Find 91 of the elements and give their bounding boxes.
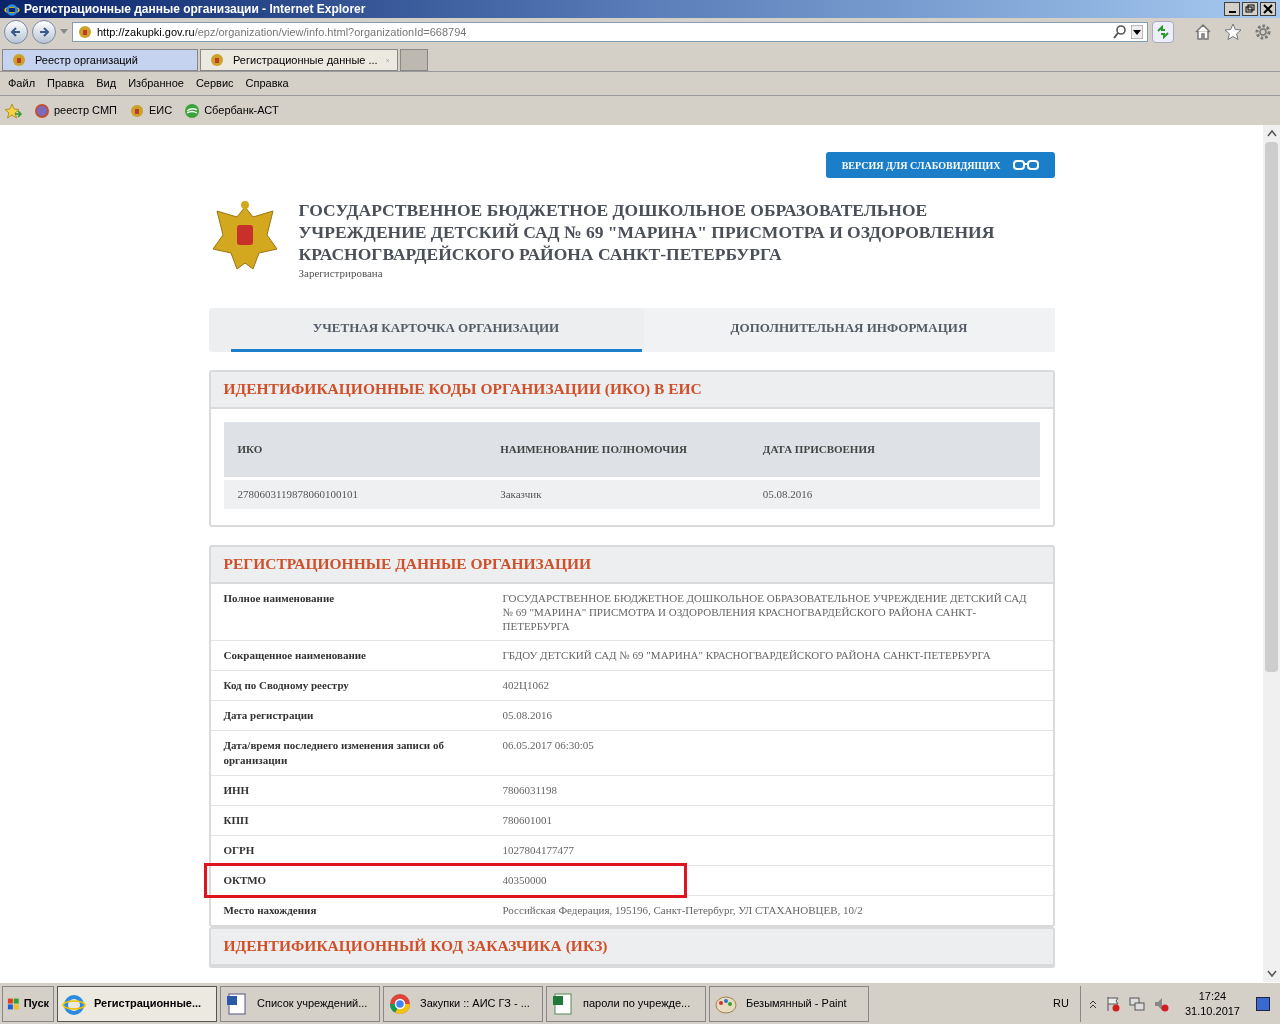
page-tab[interactable]: ДОПОЛНИТЕЛЬНАЯ ИНФОРМАЦИЯ (643, 307, 1055, 352)
emblem-icon (11, 52, 27, 68)
show-desktop-button[interactable] (1256, 996, 1270, 1011)
minimize-button[interactable] (1224, 2, 1240, 16)
dropdown-caret-icon (1131, 25, 1143, 39)
star-icon (4, 102, 22, 119)
back-button[interactable] (4, 20, 28, 44)
menu-item[interactable]: Избранное (122, 75, 190, 92)
home-icon (1194, 23, 1212, 41)
star-icon (1224, 23, 1242, 41)
status-text: Зарегистрирована (298, 266, 384, 281)
field-label: ОГРН (223, 842, 256, 858)
field-value: 402Ц1062 (502, 677, 550, 693)
taskbar-button[interactable]: пароли по учрежде... (546, 985, 706, 1022)
forward-button[interactable] (32, 20, 56, 44)
url-text: http://zakupki.gov.ru/epz/organization/view/info.html?organizationId=668794 (97, 24, 468, 40)
ie-logo-icon (4, 1, 20, 17)
field-label: Сокращенное наименование (223, 647, 367, 663)
restore-icon (1245, 4, 1255, 14)
table-cell-text: Заказчик (500, 486, 543, 502)
compatibility-button[interactable] (1152, 21, 1174, 43)
emblem-icon (128, 102, 145, 119)
close-icon (1263, 4, 1273, 14)
menu-item[interactable]: Сервис (189, 75, 240, 92)
window-title: Регистрационные данные организации - Internet Explorer (24, 1, 367, 18)
section-title: РЕГИСТРАЦИОННЫЕ ДАННЫЕ ОРГАНИЗАЦИИ (223, 554, 592, 575)
start-button[interactable]: Пуск (2, 985, 54, 1022)
chevron-icon (1088, 998, 1097, 1009)
field-value: 05.08.2016 (502, 707, 553, 723)
document-icon (225, 991, 249, 1016)
column-header: НАИМЕНОВАНИЕ ПОЛНОМОЧИЯ (500, 441, 688, 457)
taskbar-button[interactable]: Регистрационные... (57, 985, 217, 1022)
field-value: ГБДОУ ДЕТСКИЙ САД № 69 "МАРИНА" КРАСНОГВАРДЕЙСКОГО РАЙОНА САНКТ-ПЕТЕРБУРГА (502, 647, 992, 663)
close-button[interactable] (1260, 2, 1276, 16)
field-value: 780601001 (502, 812, 553, 828)
field-label: ИНН (223, 782, 251, 798)
language-indicator: RU (1053, 996, 1069, 1012)
field-label: КПП (223, 812, 250, 828)
organization-title: ГОСУДАРСТВЕННОЕ БЮДЖЕТНОЕ ДОШКОЛЬНОЕ ОБРАЗОВАТЕЛЬНОЕ УЧРЕЖДЕНИЕ ДЕТСКИЙ САД № 69 "МАРИНА" ПРИСМОТРА И ОЗДОРОВЛЕНИЯ КРАСНОГВАРДЕЙСКОГО РАЙОНА САНКТ-ПЕТЕРБУРГА (298, 199, 996, 265)
favorite-link[interactable]: Сбербанк-АСТ (184, 102, 279, 119)
field-value: 06.05.2017 06:30:05 (502, 737, 595, 753)
field-label: Дата/время последнего изменения записи об организации (223, 737, 445, 768)
field-value: ГОСУДАРСТВЕННОЕ БЮДЖЕТНОЕ ДОШКОЛЬНОЕ ОБРАЗОВАТЕЛЬНОЕ УЧРЕЖДЕНИЕ ДЕТСКИЙ САД № 69 "МАРИНА" ПРИСМОТРА И ОЗДОРОВЛЕНИЯ КРАСНОГВАРДЕЙСКОГО РАЙОНА САНКТ-ПЕТЕРБУРГА (502, 590, 1028, 633)
dropdown-caret-icon (60, 29, 68, 35)
left-arrow-icon (10, 26, 22, 38)
column-header: ИКО (237, 441, 264, 457)
clock-date: 31.10.2017 (1184, 1003, 1240, 1019)
spreadsheet-icon (551, 991, 575, 1016)
flag-icon (1104, 995, 1121, 1012)
table-cell-text: 2780603119878060100101 (237, 486, 360, 502)
taskbar-button[interactable]: Список учреждений... (220, 985, 380, 1022)
menu-item[interactable]: Вид (90, 75, 123, 92)
windows-logo-icon (7, 996, 20, 1011)
accessibility-button[interactable]: ВЕРСИЯ ДЛЯ СЛАБОВИДЯЩИХ (825, 152, 1055, 178)
menu-item[interactable]: Справка (239, 75, 295, 92)
emblem-icon (209, 52, 225, 68)
field-label: Дата регистрации (223, 707, 315, 723)
browser-tab[interactable]: Реестр организаций (2, 49, 198, 71)
favorite-link[interactable]: реестр СМП (34, 102, 117, 119)
restore-button[interactable] (1242, 2, 1258, 16)
field-label: Место нахождения (223, 902, 318, 918)
minimize-icon (1228, 10, 1236, 13)
arrows-icon (1156, 25, 1170, 39)
network-icon (1128, 995, 1145, 1012)
column-header: ДАТА ПРИСВОЕНИЯ (762, 441, 876, 457)
glasses-icon (1012, 159, 1039, 171)
seal-icon (34, 102, 50, 119)
browser-tab[interactable]: Регистрационные данные ... (200, 49, 398, 71)
favorite-link[interactable]: ЕИС (128, 102, 173, 119)
address-field[interactable]: http://zakupki.gov.ru/epz/organization/view/info.html?organizationId=668794 (72, 22, 1148, 42)
field-label: Полное наименование (223, 590, 336, 606)
taskbar-button[interactable]: Безымянный - Paint (709, 985, 869, 1022)
section-title: ИДЕНТИФИКАЦИОННЫЕ КОДЫ ОРГАНИЗАЦИИ (ИКО) В ЕИС (223, 379, 702, 400)
taskbar-button[interactable]: Закупки :: АИС ГЗ - ... (383, 985, 543, 1022)
field-value: 40350000 (502, 872, 548, 888)
field-label: Код по Сводному реестру (223, 677, 350, 693)
section-title: ИДЕНТИФИКАЦИОННЫЙ КОД ЗАКАЗЧИКА (ИКЗ) (223, 936, 608, 957)
menu-item[interactable]: Файл (2, 75, 42, 92)
clock-time: 17:24 (1198, 988, 1227, 1004)
menu-item[interactable]: Правка (41, 75, 91, 92)
circle-icon (184, 102, 201, 119)
field-label: ОКТМО (223, 872, 268, 888)
field-value: Российская Федерация, 195196, Санкт-Петербург, УЛ СТАХАНОВЦЕВ, 10/2 (502, 902, 864, 918)
settings-icon (1254, 23, 1272, 41)
table-cell-text: 05.08.2016 (762, 486, 814, 502)
field-value: 7806031198 (502, 782, 559, 798)
search-icon (1113, 25, 1127, 39)
field-value: 1027804177477 (502, 842, 575, 858)
emblem-icon (77, 24, 93, 40)
browser-logo-icon (388, 991, 412, 1016)
right-arrow-icon (38, 26, 50, 38)
